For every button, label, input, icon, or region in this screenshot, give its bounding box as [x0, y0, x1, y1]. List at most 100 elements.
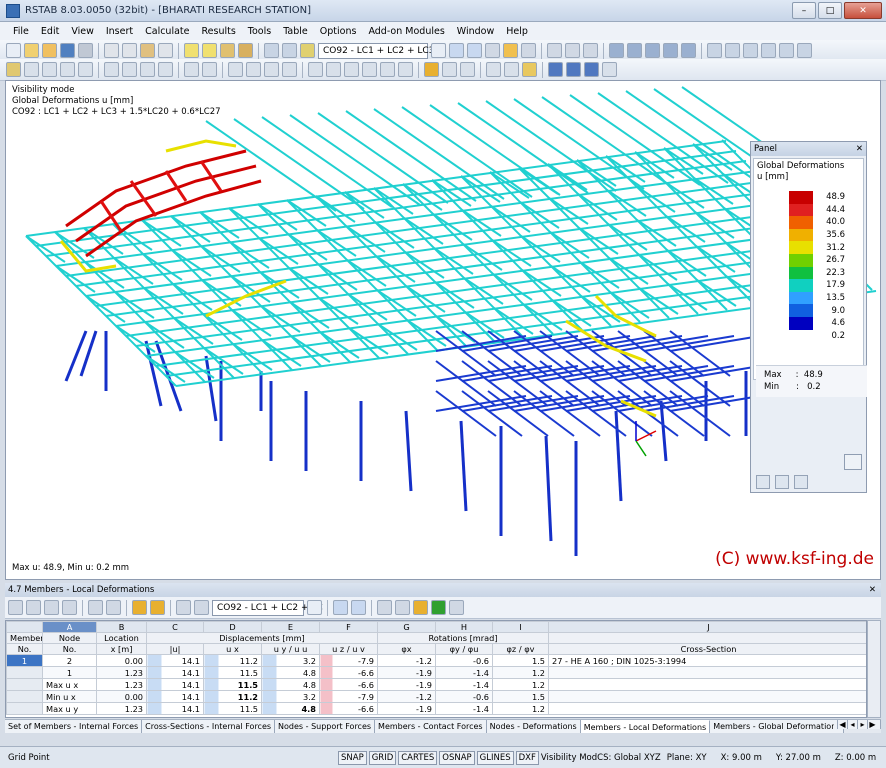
result-mt-icon[interactable] [362, 62, 377, 77]
menu-edit[interactable]: Edit [36, 26, 66, 37]
table-scrollbar[interactable] [867, 620, 881, 718]
u-total-cell[interactable]: 14.1 [146, 678, 204, 691]
panel-close-icon[interactable]: ✕ [856, 144, 863, 154]
node-cell[interactable]: Min u x [42, 690, 97, 703]
u-total-cell[interactable]: 14.1 [146, 702, 204, 715]
menu-calculate[interactable]: Calculate [140, 26, 196, 37]
settings-icon[interactable] [797, 43, 812, 58]
measure-icon[interactable] [602, 62, 617, 77]
menu-add-on-modules[interactable]: Add-on Modules [363, 26, 451, 37]
table-next-case-icon[interactable] [351, 600, 366, 615]
show-results-icon[interactable] [238, 43, 253, 58]
tab-members-global-deformations[interactable]: Members - Global Deformations [710, 720, 845, 733]
chevron-down-icon[interactable] [431, 43, 446, 58]
table-deform-icon[interactable] [150, 600, 165, 615]
import-icon[interactable] [566, 62, 581, 77]
phiz-cell[interactable]: 1.5 [492, 690, 549, 703]
table-icon[interactable] [264, 43, 279, 58]
phix-cell[interactable]: -1.9 [377, 666, 436, 679]
tab-members-contact-forces[interactable]: Members - Contact Forces [375, 720, 487, 733]
uz-cell[interactable]: -6.6 [319, 702, 378, 715]
cross-section-cell[interactable] [548, 678, 866, 691]
render-icon[interactable] [779, 43, 794, 58]
deformation-icon[interactable] [485, 43, 500, 58]
uy-cell[interactable]: 4.8 [261, 702, 320, 715]
table-highlight-icon[interactable] [413, 600, 428, 615]
tab-first-icon[interactable]: ◀ [837, 720, 847, 729]
table-columns-icon[interactable] [176, 600, 191, 615]
section-icon[interactable] [565, 43, 580, 58]
excel-icon[interactable] [431, 600, 446, 615]
scale-icon[interactable] [460, 62, 475, 77]
open-folder-icon[interactable] [24, 43, 39, 58]
member-no-cell[interactable] [6, 702, 43, 715]
cross-section-cell[interactable] [548, 690, 866, 703]
deformation-toggle-icon[interactable] [424, 62, 439, 77]
table-sort-icon[interactable] [44, 600, 59, 615]
ux-cell[interactable]: 11.2 [203, 690, 262, 703]
phiy-cell[interactable]: -1.4 [435, 666, 493, 679]
member-icon[interactable] [42, 62, 57, 77]
table-row[interactable]: 1 2 0.00 14.1 11.2 3.2 -7.9 -1.2 -0.6 1.5 27 - HE … [6, 654, 866, 667]
menu-table[interactable]: Table [278, 26, 315, 37]
table-rows-icon[interactable] [194, 600, 209, 615]
result-n-icon[interactable] [308, 62, 323, 77]
phiz-cell[interactable]: 1.2 [492, 702, 549, 715]
menu-options[interactable]: Options [315, 26, 364, 37]
ux-cell[interactable]: 11.5 [203, 666, 262, 679]
new-file-icon[interactable] [6, 43, 21, 58]
tab-nodes-support-forces[interactable]: Nodes - Support Forces [275, 720, 376, 733]
filter-icon[interactable] [486, 62, 501, 77]
corner-cell[interactable] [6, 621, 43, 633]
table-combo-dropdown-icon[interactable] [307, 600, 322, 615]
cross-section-cell[interactable]: 27 - HE A 160 ; DIN 1025-3:1994 [548, 654, 866, 667]
result-my-icon[interactable] [380, 62, 395, 77]
select-all-icon[interactable] [264, 62, 279, 77]
column-header-c[interactable]: C [146, 621, 204, 633]
dimension-icon[interactable] [184, 62, 199, 77]
table-nav-icon[interactable] [8, 600, 23, 615]
table-next-icon[interactable] [106, 600, 121, 615]
phix-cell[interactable]: -1.2 [377, 654, 436, 667]
column-header-j[interactable]: J [548, 621, 866, 633]
load-line-icon[interactable] [140, 62, 155, 77]
tab-set-of-members-internal-forces[interactable]: Set of Members - Internal Forces [5, 720, 143, 733]
cut-icon[interactable] [104, 43, 119, 58]
glines-button[interactable]: GLINES [476, 750, 514, 765]
table-close-icon[interactable]: ✕ [869, 585, 876, 595]
table-select-icon[interactable] [377, 600, 392, 615]
rotate-icon[interactable] [725, 43, 740, 58]
phiz-cell[interactable]: 1.2 [492, 678, 549, 691]
maximize-button[interactable]: □ [818, 2, 842, 19]
cross-section-cell[interactable] [548, 666, 866, 679]
phiz-cell[interactable]: 1.5 [492, 654, 549, 667]
view-3d-icon[interactable] [681, 43, 696, 58]
close-button[interactable]: ✕ [844, 2, 882, 19]
grid-button[interactable]: GRID [368, 750, 397, 765]
copy-icon[interactable] [122, 43, 137, 58]
panel-edit-icon[interactable] [794, 475, 808, 489]
column-header-g[interactable]: G [377, 621, 436, 633]
member-no-cell[interactable] [6, 690, 43, 703]
line-icon[interactable] [24, 62, 39, 77]
panel-toggle-icon[interactable] [522, 62, 537, 77]
view-x-icon[interactable] [627, 43, 642, 58]
tab-prev-icon[interactable]: ◂ [847, 720, 857, 729]
phix-cell[interactable]: -1.9 [377, 702, 436, 715]
table-search-icon[interactable] [395, 600, 410, 615]
table-row[interactable]: Max u y 1.23 14.1 11.5 4.8 -6.6 -1.9 -1.4 1.2 [6, 702, 866, 715]
color-legend[interactable]: 48.9 44.4 40.0 35.6 31.2 26.7 22.3 17.9 13.5 9.0 4… [789, 191, 845, 342]
node-icon[interactable] [6, 62, 21, 77]
load-member-icon[interactable] [122, 62, 137, 77]
location-cell[interactable]: 0.00 [96, 654, 147, 667]
result-vz-icon[interactable] [344, 62, 359, 77]
column-header-a[interactable]: A [42, 621, 97, 633]
panel-icon[interactable] [282, 43, 297, 58]
phiy-cell[interactable]: -1.4 [435, 678, 493, 691]
zoom-icon[interactable] [707, 43, 722, 58]
uz-cell[interactable]: -6.6 [319, 678, 378, 691]
load-surface-icon[interactable] [158, 62, 173, 77]
open-recent-icon[interactable] [42, 43, 57, 58]
table-loadcase-combo[interactable]: CO92 - LC1 + LC2 + LC [212, 599, 323, 616]
support-icon[interactable] [60, 62, 75, 77]
